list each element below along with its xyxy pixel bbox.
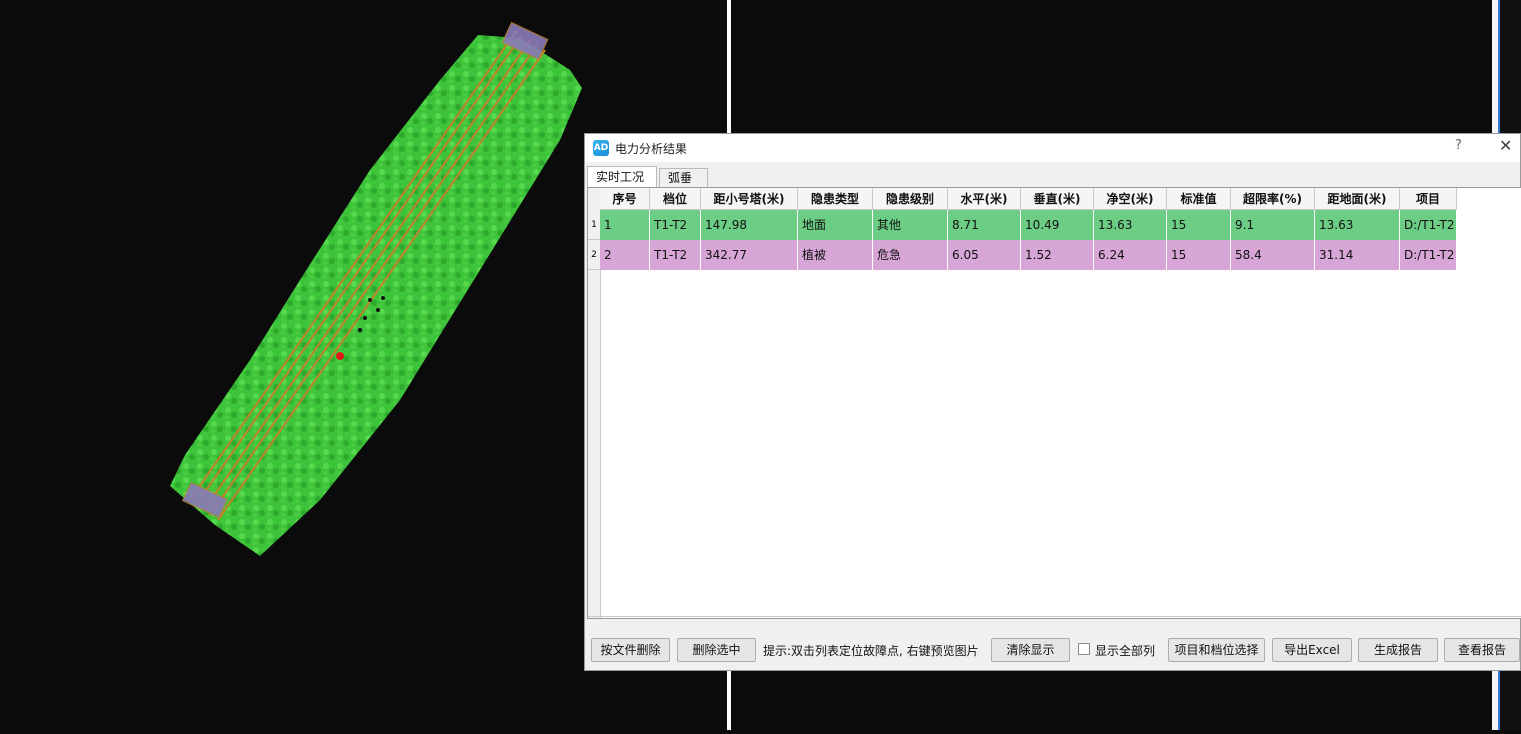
col-header[interactable]: 净空(米) [1094, 188, 1167, 210]
table-cell[interactable]: 1 [600, 210, 650, 240]
hint-text: 提示:双击列表定位故障点, 右键预览图片 [763, 644, 979, 658]
row-number[interactable]: 2 [588, 240, 600, 270]
show-all-columns-checkbox[interactable] [1078, 643, 1090, 655]
table-cell[interactable]: 地面 [798, 210, 873, 240]
table-cell[interactable]: 1.52 [1021, 240, 1094, 270]
col-header[interactable]: 隐患类型 [798, 188, 873, 210]
vegetation-area [170, 35, 582, 556]
table-cell[interactable]: 15 [1167, 210, 1231, 240]
power-analysis-dialog: AD 电力分析结果 ? ✕ 实时工况 弧垂 1 2 序号 档位 距小号塔(米) … [584, 133, 1521, 671]
col-header[interactable]: 档位 [650, 188, 701, 210]
hazard-marker [336, 352, 344, 360]
col-header[interactable]: 项目 [1400, 188, 1457, 210]
table-cell[interactable]: 58.4 [1231, 240, 1315, 270]
table-cell[interactable]: 10.49 [1021, 210, 1094, 240]
table-cell[interactable]: 6.05 [948, 240, 1021, 270]
table-cell[interactable]: 13.63 [1094, 210, 1167, 240]
table-cell[interactable]: 15 [1167, 240, 1231, 270]
table-cell[interactable]: 其他 [873, 210, 948, 240]
col-header[interactable]: 标准值 [1167, 188, 1231, 210]
project-span-select-button[interactable]: 项目和档位选择 [1168, 638, 1265, 662]
table-bottom-border [588, 616, 1521, 617]
table-cell[interactable]: T1-T2 [650, 210, 701, 240]
col-header[interactable]: 隐患级别 [873, 188, 948, 210]
dialog-title: 电力分析结果 [615, 142, 688, 156]
table-cell[interactable]: 9.1 [1231, 210, 1315, 240]
table-cell[interactable]: D:/T1-T2 [1400, 210, 1457, 240]
generate-report-button[interactable]: 生成报告 [1358, 638, 1438, 662]
export-excel-button[interactable]: 导出Excel [1272, 638, 1352, 662]
app-logo-icon: AD [593, 140, 609, 156]
delete-by-file-button[interactable]: 按文件删除 [591, 638, 670, 662]
col-header[interactable]: 距小号塔(米) [701, 188, 798, 210]
table-cell[interactable]: 2 [600, 240, 650, 270]
tab-realtime[interactable]: 实时工况 [587, 166, 657, 188]
show-all-columns-label[interactable]: 显示全部列 [1095, 642, 1155, 659]
table-cell[interactable]: 8.71 [948, 210, 1021, 240]
close-button[interactable]: ✕ [1499, 136, 1512, 155]
table-cell[interactable]: 植被 [798, 240, 873, 270]
col-header[interactable]: 水平(米) [948, 188, 1021, 210]
table-cell[interactable]: D:/T1-T2 [1400, 240, 1457, 270]
col-header[interactable]: 超限率(%) [1231, 188, 1315, 210]
table-cell[interactable]: 147.98 [701, 210, 798, 240]
view-report-button[interactable]: 查看报告 [1444, 638, 1520, 662]
results-table[interactable]: 1 2 序号 档位 距小号塔(米) 隐患类型 隐患级别 水平(米) 垂直(米) … [587, 187, 1521, 619]
delete-selected-button[interactable]: 删除选中 [677, 638, 756, 662]
table-cell[interactable]: 危急 [873, 240, 948, 270]
table-cell[interactable]: 342.77 [701, 240, 798, 270]
clear-display-button[interactable]: 清除显示 [991, 638, 1070, 662]
table-cell[interactable]: 6.24 [1094, 240, 1167, 270]
col-header[interactable]: 序号 [600, 188, 650, 210]
dialog-titlebar[interactable]: AD 电力分析结果 ? ✕ [585, 134, 1520, 162]
table-cell[interactable]: T1-T2 [650, 240, 701, 270]
bottom-toolbar: 按文件删除 删除选中 提示:双击列表定位故障点, 右键预览图片 清除显示 显示全… [585, 626, 1520, 666]
table-cell[interactable]: 31.14 [1315, 240, 1400, 270]
help-button[interactable]: ? [1455, 138, 1462, 153]
tab-sag[interactable]: 弧垂 [659, 168, 708, 187]
col-header[interactable]: 距地面(米) [1315, 188, 1400, 210]
row-number[interactable]: 1 [588, 210, 600, 240]
col-header[interactable]: 垂直(米) [1021, 188, 1094, 210]
table-cell[interactable]: 13.63 [1315, 210, 1400, 240]
